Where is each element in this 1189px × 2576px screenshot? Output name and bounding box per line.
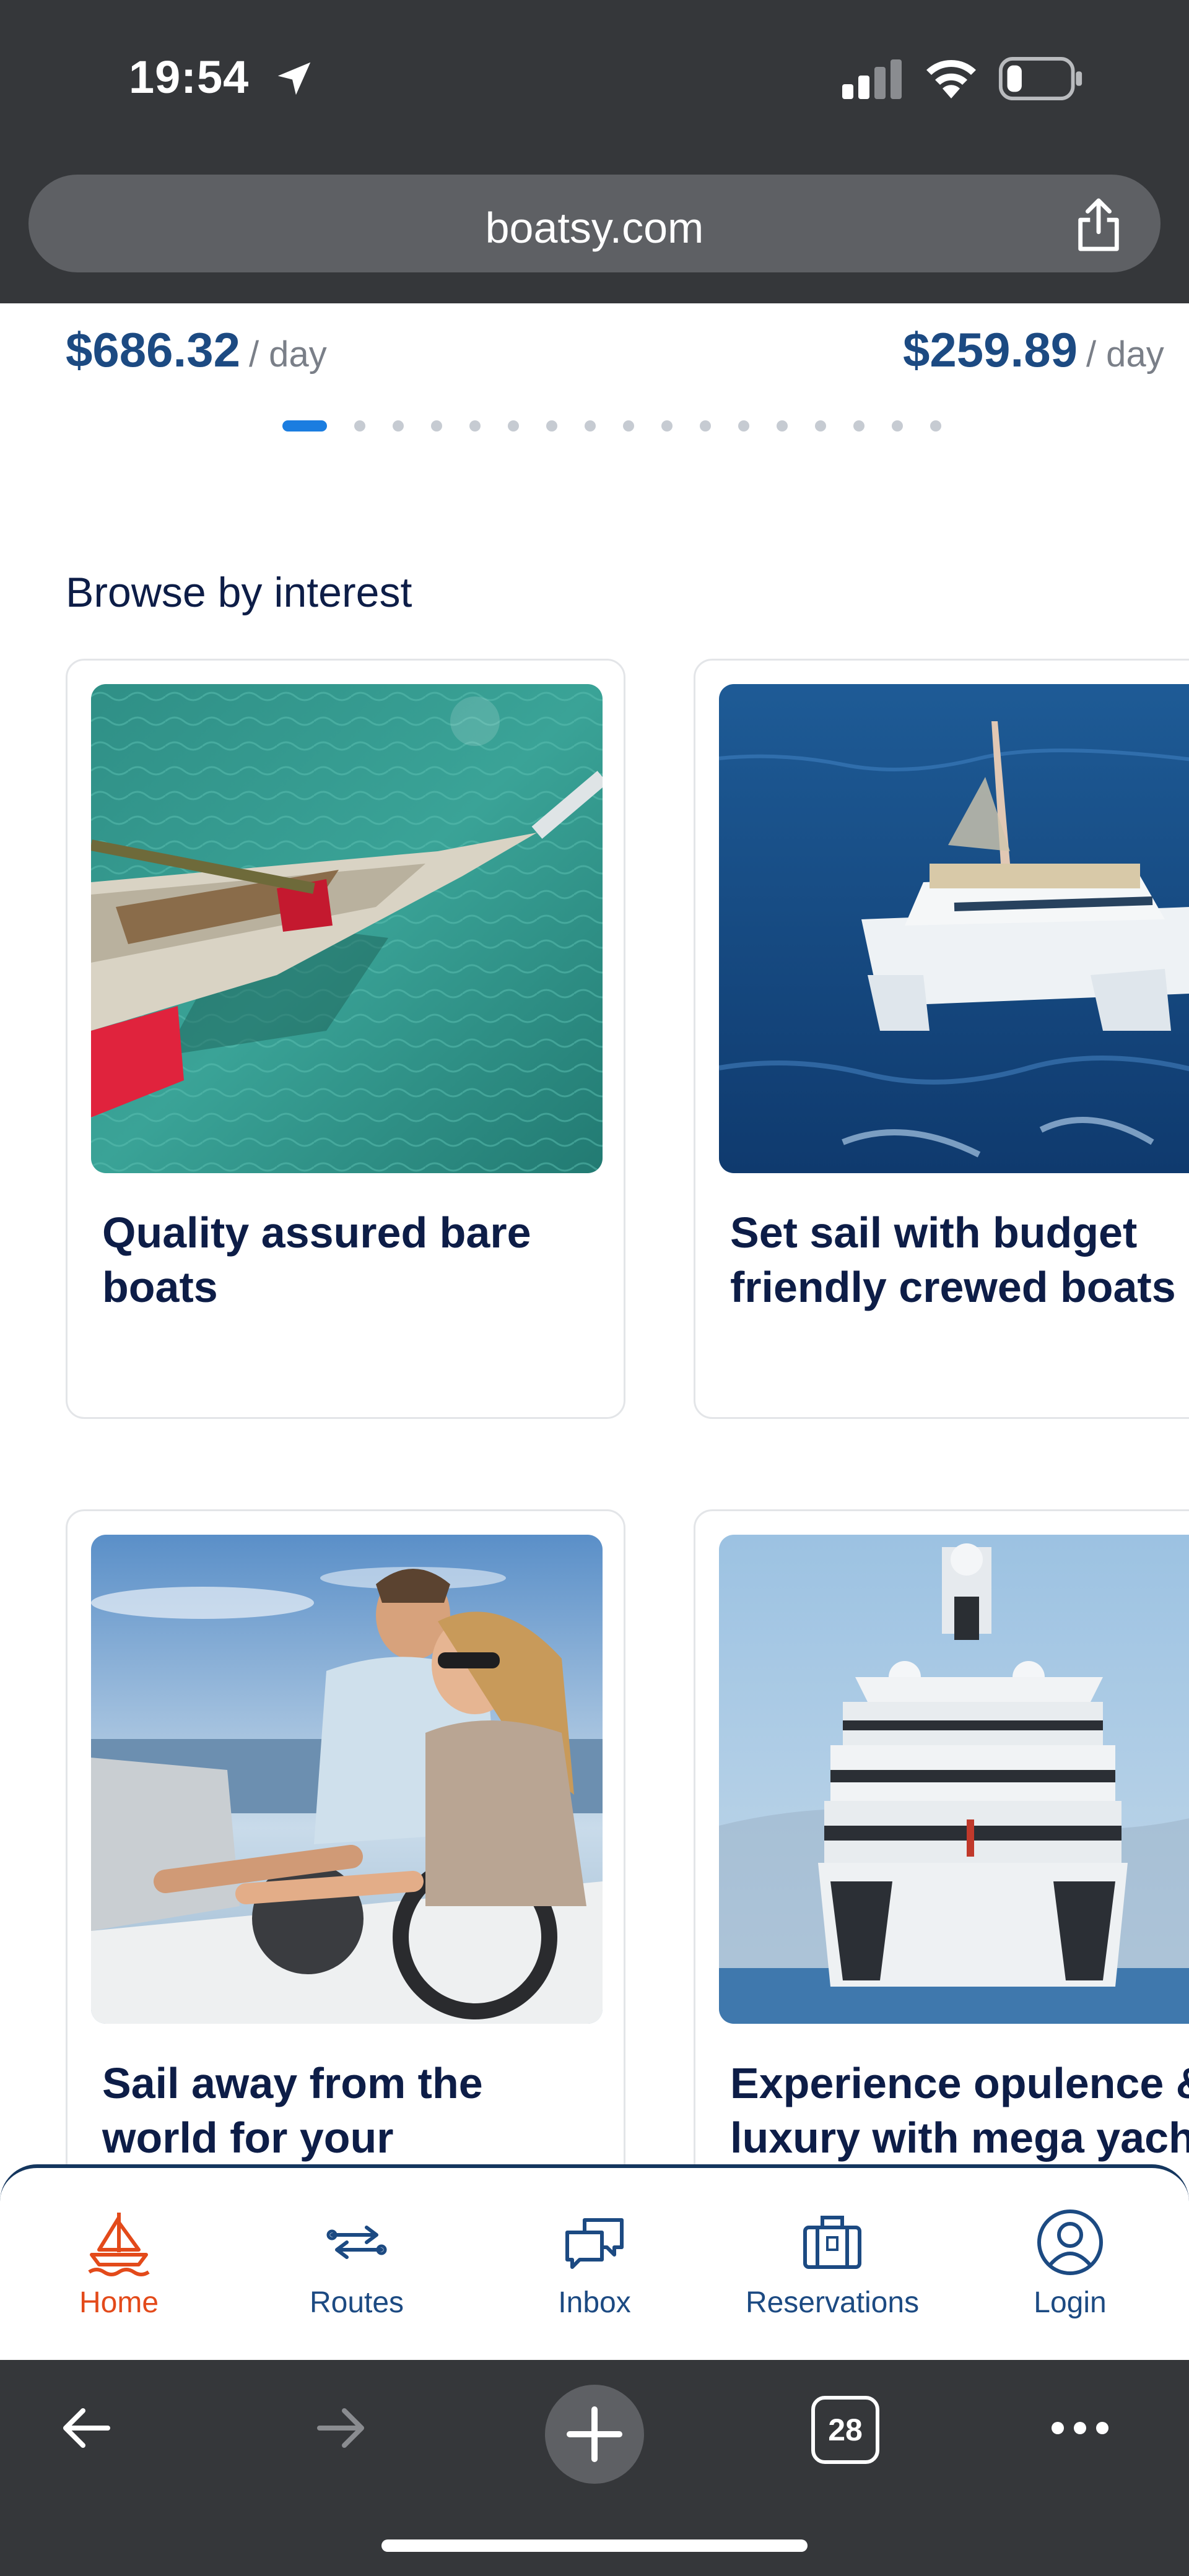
nav-label: Home: [79, 2286, 159, 2319]
carousel-dot[interactable]: [815, 420, 826, 432]
home-indicator: [381, 2539, 808, 2552]
browser-toolbar: 28: [0, 2360, 1189, 2576]
browser-address-area: boatsy.com: [0, 167, 1189, 303]
carousel-dot[interactable]: [623, 420, 634, 432]
card-title: Set sail with budget friendly crewed boa…: [730, 1208, 1176, 1311]
back-arrow-icon[interactable]: [56, 2397, 118, 2459]
more-options-icon[interactable]: [1047, 2397, 1115, 2459]
suitcase-icon: [803, 2216, 861, 2269]
carousel-dot[interactable]: [546, 420, 557, 432]
chat-icon: [565, 2218, 624, 2269]
price-amount: $686.32: [66, 323, 240, 377]
forward-arrow-icon[interactable]: [310, 2397, 372, 2459]
url-bar[interactable]: boatsy.com: [28, 175, 1161, 272]
listing-price: $259.89/ day: [903, 322, 1164, 378]
carousel-pagination[interactable]: [282, 418, 969, 433]
nav-label: Reservations: [745, 2286, 920, 2319]
nav-item-inbox[interactable]: Inbox: [476, 2205, 713, 2320]
nav-item-reservations[interactable]: Reservations: [713, 2205, 951, 2320]
carousel-dot[interactable]: [393, 420, 404, 432]
price-amount: $259.89: [903, 323, 1078, 377]
nav-label: Routes: [309, 2286, 404, 2319]
tabs-count-button[interactable]: 28: [811, 2396, 879, 2464]
card-title: Sail away from the world for your: [102, 2059, 483, 2162]
status-time: 19:54: [129, 51, 250, 103]
carousel-dot[interactable]: [738, 420, 749, 432]
wifi-icon: [926, 60, 976, 98]
carousel-dot-active[interactable]: [282, 420, 327, 432]
nav-label: Inbox: [558, 2286, 631, 2319]
listing-price: $686.32/ day: [66, 322, 327, 378]
interest-card-sail-away[interactable]: Sail away from the world for your: [66, 1509, 625, 2167]
carousel-dot[interactable]: [777, 420, 788, 432]
url-text: boatsy.com: [485, 204, 704, 252]
card-image-catamaran: [719, 684, 1189, 1173]
carousel-dot[interactable]: [930, 420, 941, 432]
status-bar: 19:54: [0, 0, 1189, 167]
section-title: Browse by interest: [66, 569, 412, 616]
interest-card-bare-boats[interactable]: Quality assured bare boats: [66, 659, 625, 1419]
new-tab-plus-icon[interactable]: [545, 2385, 644, 2484]
share-icon[interactable]: [1074, 198, 1123, 251]
interest-card-mega-yacht[interactable]: Experience opulence & luxury with mega y…: [694, 1509, 1189, 2167]
nav-item-routes[interactable]: Routes: [238, 2205, 476, 2320]
nav-item-login[interactable]: Login: [951, 2205, 1189, 2320]
carousel-dot[interactable]: [892, 420, 903, 432]
sailboat-icon: [88, 2213, 150, 2276]
routes-icon: [326, 2226, 387, 2259]
battery-icon: [998, 57, 1082, 100]
nav-label: Login: [1034, 2286, 1107, 2319]
carousel-dot[interactable]: [853, 420, 865, 432]
card-title: Quality assured bare boats: [102, 1208, 531, 1311]
carousel-dot[interactable]: [354, 420, 365, 432]
interest-card-crewed-boats[interactable]: Set sail with budget friendly crewed boa…: [694, 659, 1189, 1419]
user-icon: [1037, 2210, 1103, 2275]
cellular-signal-icon: [842, 59, 902, 99]
price-unit: / day: [1086, 334, 1164, 375]
card-image-mega-yacht: [719, 1535, 1189, 2024]
price-unit: / day: [248, 334, 327, 375]
app-bottom-nav: Home Routes Inbox Reservations Login: [0, 2164, 1189, 2360]
location-arrow-icon: [277, 62, 311, 95]
card-image-sailboat: [91, 684, 603, 1173]
carousel-dot[interactable]: [469, 420, 481, 432]
card-title: Experience opulence & luxury with mega y…: [730, 2059, 1189, 2162]
carousel-dot[interactable]: [700, 420, 711, 432]
carousel-dot[interactable]: [585, 420, 596, 432]
carousel-dot[interactable]: [508, 420, 519, 432]
card-image-couple: [91, 1535, 603, 2024]
carousel-dot[interactable]: [431, 420, 442, 432]
nav-item-home[interactable]: Home: [0, 2205, 238, 2320]
page-content: $686.32/ day $259.89/ day Browse by inte…: [0, 303, 1189, 2167]
carousel-dot[interactable]: [661, 420, 673, 432]
